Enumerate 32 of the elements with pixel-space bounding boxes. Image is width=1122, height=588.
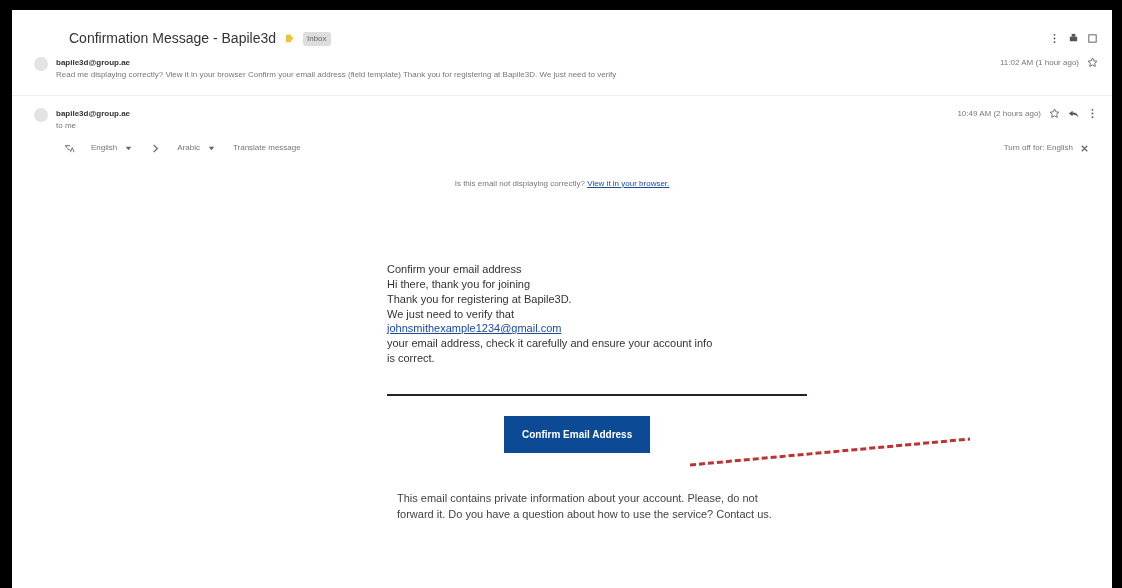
email-heading: Confirm your email address <box>387 262 523 277</box>
star-icon[interactable] <box>1049 108 1060 119</box>
reply-icon[interactable] <box>1068 108 1079 119</box>
body-line: is correct. <box>387 351 436 366</box>
sender-avatar <box>34 108 48 122</box>
message-snippet: Read me displaying correctly? View it in your browser Confirm your email address (field template) Thank you for registering at Bapile3D. We just need to verify <box>56 69 618 81</box>
notice-text: Is this email not displaying correctly? <box>454 179 586 188</box>
sender-avatar <box>34 57 48 71</box>
label-arrow-icon <box>284 33 295 44</box>
translate-link[interactable]: Translate message <box>232 142 301 154</box>
message-time: 10:49 AM (2 hours ago) <box>957 108 1041 120</box>
star-icon[interactable] <box>1087 57 1098 68</box>
email-subject: Confirmation Message - Bapile3d <box>69 29 276 48</box>
footer-text: This email contains private information about your account. Please, do not forward it. Do you have a question about how to use the service? Contact us. <box>397 490 773 522</box>
browser-link[interactable]: View it in your browser. <box>587 179 670 188</box>
sender-name: bapile3d@group.ae <box>56 57 132 69</box>
new-window-icon[interactable] <box>1087 33 1098 44</box>
print-icon[interactable] <box>1068 33 1079 44</box>
body-line: your email address, check it carefully and ensure your account info <box>387 336 714 352</box>
body-line: We just need to verify that <box>387 306 515 322</box>
body-line: Thank you for registering at Bapile3D. <box>387 291 573 307</box>
sender-name: bapile3d@group.ae <box>56 108 132 120</box>
recipient-label: to me <box>56 120 77 132</box>
label-tag[interactable]: Inbox <box>303 31 331 46</box>
language-dropdown[interactable]: Arabic <box>177 142 200 154</box>
language-dropdown[interactable]: English <box>91 142 118 154</box>
message-time: 11:02 AM (1 hour ago) <box>1000 57 1079 69</box>
turn-off-link[interactable]: Turn off for: English <box>1003 142 1073 154</box>
translate-icon <box>64 142 75 154</box>
email-link[interactable]: johnsmithexample1234@gmail.com <box>387 321 807 337</box>
body-line: Hi there, thank you for joining <box>387 276 532 292</box>
confirm-button[interactable]: Confirm Email Address <box>504 415 651 453</box>
